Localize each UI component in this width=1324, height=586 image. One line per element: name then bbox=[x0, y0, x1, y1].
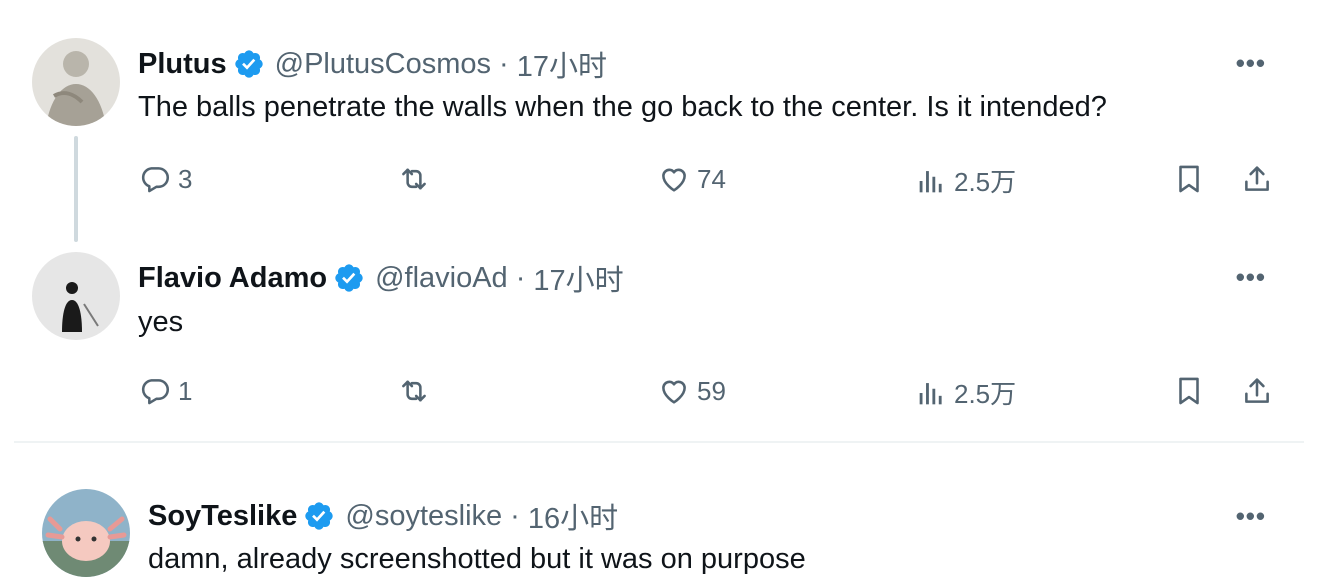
more-icon[interactable]: ••• bbox=[1236, 48, 1266, 79]
bookmark-button[interactable] bbox=[1172, 374, 1206, 408]
share-button[interactable] bbox=[1240, 162, 1274, 196]
bookmark-button[interactable] bbox=[1172, 162, 1206, 196]
views-icon bbox=[914, 164, 948, 198]
tweet-soyteslike[interactable]: SoyTeslike @soyteslike · 16小时 ••• damn, … bbox=[0, 443, 1324, 586]
repost-icon bbox=[397, 374, 431, 408]
verified-badge-icon bbox=[333, 262, 365, 294]
avatar[interactable] bbox=[32, 38, 120, 126]
avatar[interactable] bbox=[32, 252, 120, 340]
timestamp[interactable]: 16小时 bbox=[528, 495, 618, 537]
action-bar: 1 59 2.5万 bbox=[0, 374, 1324, 414]
reply-button[interactable]: 1 bbox=[138, 374, 192, 408]
like-count: 74 bbox=[697, 163, 726, 194]
tweet-text: The balls penetrate the walls when the g… bbox=[138, 91, 1107, 123]
separator-dot: · bbox=[510, 499, 520, 532]
tweet-flavio[interactable]: Flavio Adamo @flavioAd · 17小时 ••• yes 1 … bbox=[0, 242, 1324, 441]
reply-count: 3 bbox=[178, 163, 193, 194]
person-avatar-image bbox=[32, 252, 120, 340]
separator-dot: · bbox=[499, 47, 509, 80]
repost-icon bbox=[397, 162, 431, 196]
tweet-header: SoyTeslike @soyteslike · 16小时 bbox=[148, 495, 618, 537]
share-icon bbox=[1240, 162, 1274, 196]
display-name[interactable]: Plutus bbox=[138, 48, 227, 81]
like-icon bbox=[657, 162, 691, 196]
more-icon[interactable]: ••• bbox=[1236, 501, 1266, 532]
action-bar: 3 74 2.5万 bbox=[0, 162, 1324, 202]
bookmark-icon bbox=[1172, 374, 1206, 408]
tweet-text: yes bbox=[138, 306, 184, 338]
repost-button[interactable] bbox=[397, 162, 437, 196]
reply-count: 1 bbox=[178, 375, 193, 406]
views-button[interactable]: 2.5万 bbox=[914, 374, 1016, 411]
reply-icon bbox=[138, 162, 172, 196]
view-count: 2.5万 bbox=[954, 379, 1017, 409]
repost-button[interactable] bbox=[397, 374, 437, 408]
verified-badge-icon bbox=[233, 48, 265, 80]
reply-button[interactable]: 3 bbox=[138, 162, 192, 196]
views-icon bbox=[914, 376, 948, 410]
views-button[interactable]: 2.5万 bbox=[914, 162, 1016, 199]
display-name[interactable]: SoyTeslike bbox=[148, 500, 297, 533]
like-button[interactable]: 59 bbox=[657, 374, 726, 408]
tweet-text: damn, already screenshotted but it was o… bbox=[148, 543, 806, 575]
user-handle[interactable]: @flavioAd bbox=[375, 262, 508, 295]
verified-badge-icon bbox=[303, 500, 335, 532]
separator-dot: · bbox=[515, 261, 526, 294]
tweet-header: Plutus @PlutusCosmos · 17小时 bbox=[138, 43, 607, 85]
user-handle[interactable]: @soyteslike bbox=[345, 500, 502, 533]
timestamp[interactable]: 17小时 bbox=[517, 43, 607, 85]
share-button[interactable] bbox=[1240, 374, 1274, 408]
reply-icon bbox=[138, 374, 172, 408]
like-count: 59 bbox=[697, 375, 726, 406]
axolotl-avatar-image bbox=[42, 489, 130, 577]
timestamp[interactable]: 17小时 bbox=[533, 257, 623, 299]
like-button[interactable]: 74 bbox=[657, 162, 726, 196]
avatar[interactable] bbox=[42, 489, 130, 577]
like-icon bbox=[657, 374, 691, 408]
statue-avatar-image bbox=[32, 38, 120, 126]
tweet-header: Flavio Adamo @flavioAd · 17小时 bbox=[138, 257, 624, 299]
user-handle[interactable]: @PlutusCosmos bbox=[275, 48, 491, 81]
tweet-plutus[interactable]: Plutus @PlutusCosmos · 17小时 ••• The ball… bbox=[0, 0, 1324, 242]
display-name[interactable]: Flavio Adamo bbox=[138, 262, 327, 295]
share-icon bbox=[1240, 374, 1274, 408]
view-count: 2.5万 bbox=[954, 167, 1017, 197]
more-icon[interactable]: ••• bbox=[1236, 262, 1266, 293]
bookmark-icon bbox=[1172, 162, 1206, 196]
